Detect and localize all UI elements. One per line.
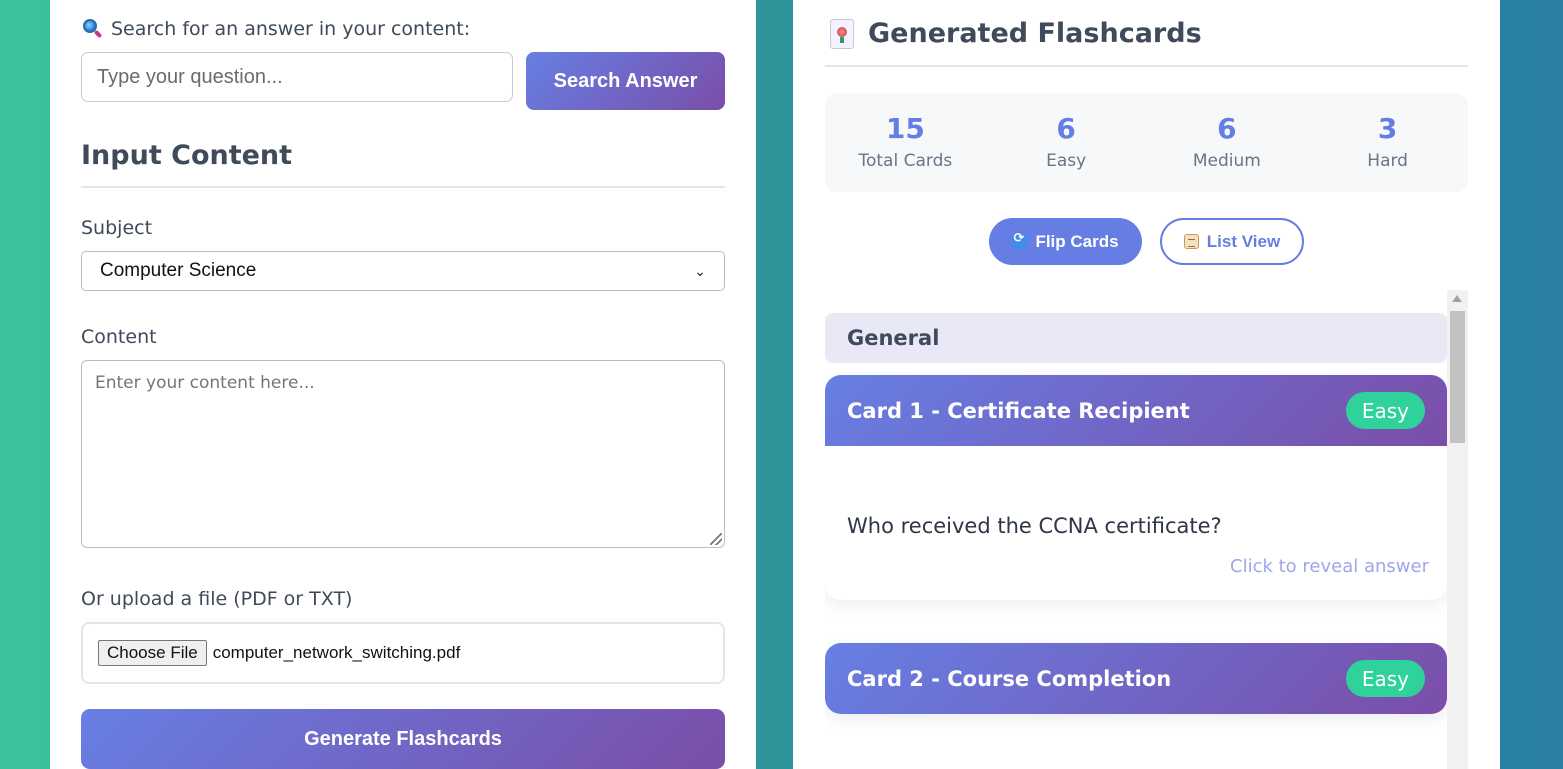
- stats-summary: 15 Total Cards 6 Easy 6 Medium 3 Hard: [825, 93, 1468, 192]
- search-label-text: Search for an answer in your content:: [111, 18, 471, 40]
- flashcard-title: Card 2 - Course Completion: [847, 666, 1172, 691]
- stat-label: Hard: [1367, 151, 1408, 171]
- subject-select[interactable]: Computer Science ⌄: [81, 251, 725, 291]
- flashcards-title: Generated Flashcards: [868, 18, 1202, 49]
- content-label: Content: [81, 326, 157, 348]
- flashcards-list[interactable]: General Card 1 - Certificate Recipient E…: [825, 290, 1468, 769]
- chevron-down-icon: ⌄: [694, 262, 706, 279]
- stat-hard: 3 Hard: [1307, 93, 1468, 192]
- resize-handle-icon[interactable]: [710, 533, 722, 545]
- question-search-input[interactable]: [81, 52, 513, 102]
- stat-value: 3: [1377, 112, 1398, 145]
- stat-medium: 6 Medium: [1147, 93, 1308, 192]
- stat-value: 6: [1217, 112, 1237, 145]
- flashcards-icon: [830, 18, 854, 49]
- header-divider: [825, 65, 1468, 67]
- flashcards-panel: Generated Flashcards 15 Total Cards 6 Ea…: [793, 0, 1500, 769]
- flashcard-title: Card 1 - Certificate Recipient: [847, 398, 1190, 423]
- difficulty-badge: Easy: [1345, 392, 1425, 429]
- search-label: Search for an answer in your content:: [81, 18, 470, 40]
- choose-file-button[interactable]: Choose File: [98, 640, 207, 666]
- generate-flashcards-button[interactable]: Generate Flashcards: [81, 709, 725, 769]
- difficulty-badge: Easy: [1345, 660, 1425, 697]
- section-divider: [81, 186, 725, 188]
- subject-label: Subject: [81, 217, 153, 239]
- flip-cards-button[interactable]: Flip Cards: [989, 218, 1142, 265]
- stat-easy: 6 Easy: [986, 93, 1147, 192]
- magnifier-icon: [81, 18, 103, 40]
- selected-file-name: computer_network_switching.pdf: [212, 643, 461, 662]
- list-view-label: List View: [1206, 231, 1281, 251]
- flashcard-header: Card 2 - Course Completion Easy: [825, 643, 1447, 714]
- scroll-up-arrow-icon[interactable]: [1452, 295, 1462, 302]
- search-answer-button[interactable]: Search Answer: [526, 52, 725, 110]
- group-header-general: General: [825, 313, 1447, 363]
- flip-cards-label: Flip Cards: [1035, 231, 1119, 251]
- stat-label: Easy: [1046, 151, 1087, 171]
- scrollbar[interactable]: [1447, 290, 1468, 769]
- flashcard-question: Who received the CCNA certificate?: [847, 514, 1222, 538]
- flip-icon: [1012, 231, 1028, 249]
- flashcards-header: Generated Flashcards: [830, 18, 1202, 49]
- flashcard[interactable]: Card 2 - Course Completion Easy: [825, 643, 1447, 714]
- flashcard-header: Card 1 - Certificate Recipient Easy: [825, 375, 1447, 446]
- flashcard-body[interactable]: Who received the CCNA certificate? Click…: [825, 446, 1447, 600]
- input-panel: Search for an answer in your content: Se…: [50, 0, 756, 769]
- stat-value: 6: [1056, 112, 1076, 145]
- input-content-title: Input Content: [81, 140, 293, 171]
- upload-label: Or upload a file (PDF or TXT): [81, 588, 353, 610]
- subject-selected-value: Computer Science: [100, 260, 257, 281]
- file-upload-field: Choose File computer_network_switching.p…: [81, 622, 725, 684]
- stat-label: Medium: [1192, 151, 1261, 171]
- list-icon: [1183, 234, 1199, 249]
- reveal-answer-hint[interactable]: Click to reveal answer: [1230, 556, 1429, 577]
- list-view-button[interactable]: List View: [1160, 218, 1304, 265]
- stat-value: 15: [885, 112, 925, 145]
- scrollbar-thumb[interactable]: [1450, 311, 1465, 443]
- flashcard[interactable]: Card 1 - Certificate Recipient Easy Who …: [825, 375, 1447, 600]
- stat-label: Total Cards: [858, 151, 953, 171]
- content-textarea[interactable]: [81, 360, 725, 548]
- stat-total: 15 Total Cards: [825, 93, 986, 192]
